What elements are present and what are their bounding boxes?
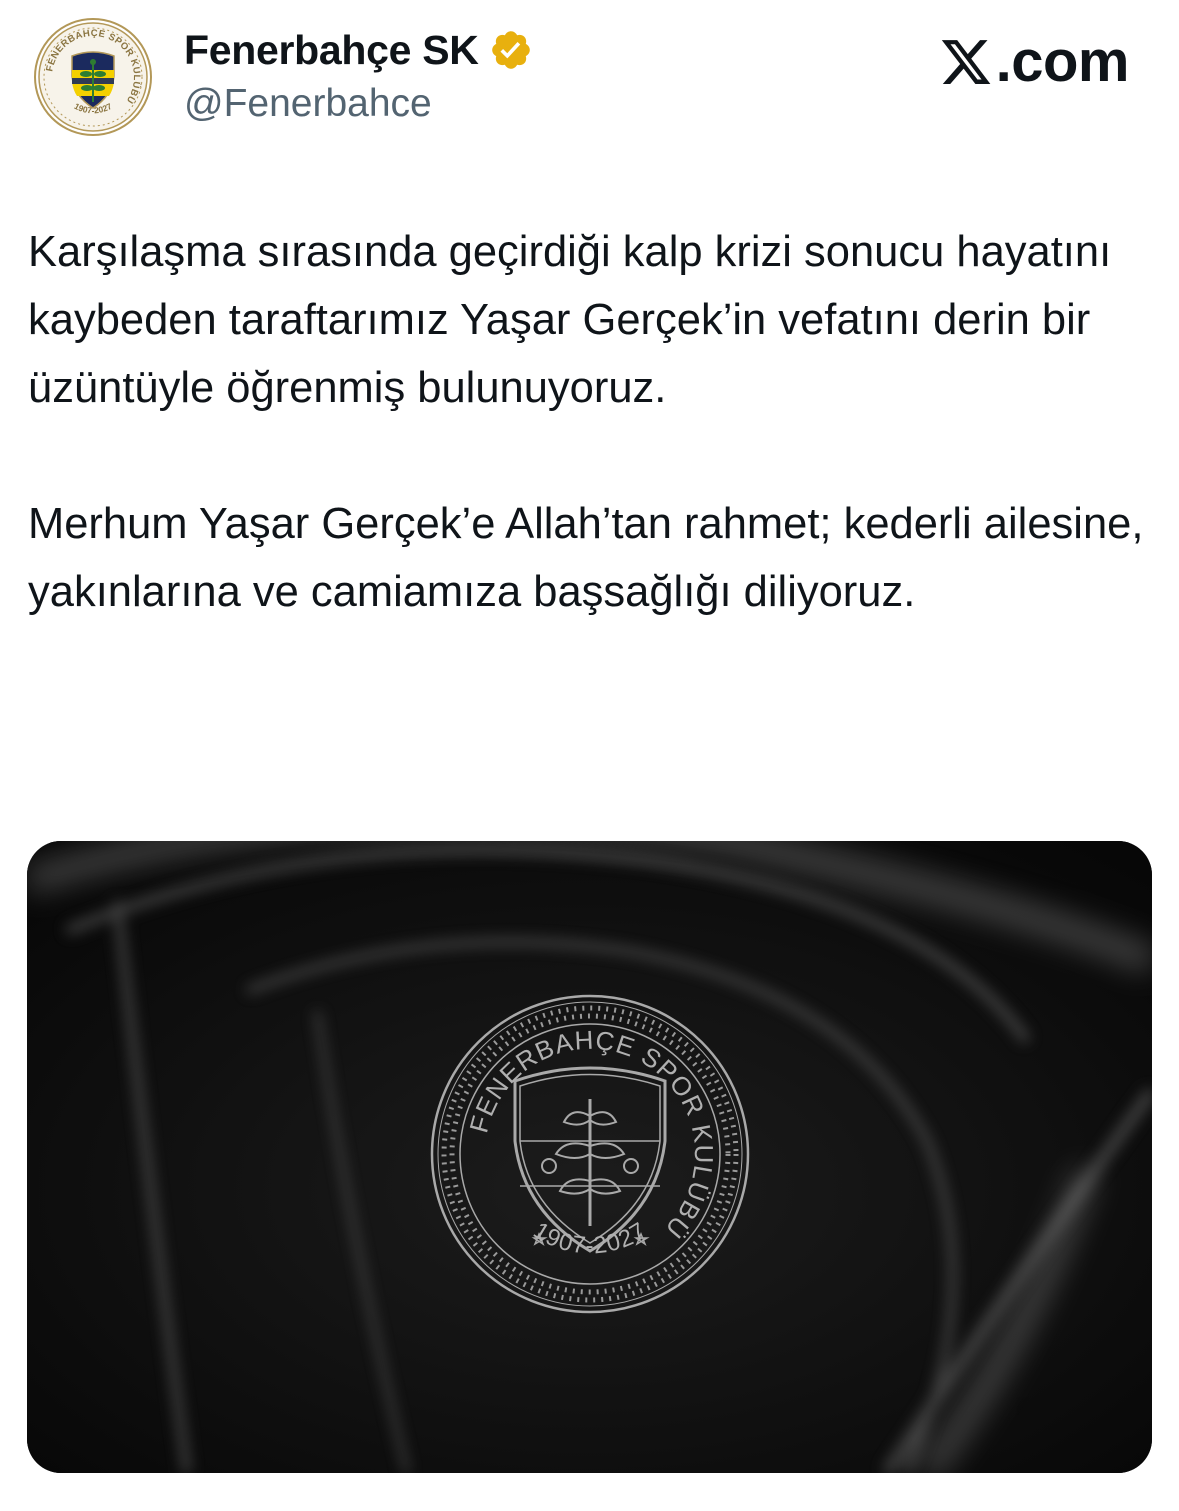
account-names: Fenerbahçe SK @Fenerbahce [184,24,533,126]
verified-badge-icon [491,31,530,69]
memorial-image: FENERBAHÇE SPOR KULÜBÜ 1907-2027 [27,841,1152,1473]
tweet-text: Karşılaşma sırasında geçirdiği kalp kriz… [28,218,1158,626]
account-handle[interactable]: @Fenerbahce [184,82,533,126]
x-com-watermark: .com [938,28,1130,95]
club-crest-icon: FENERBAHÇE SPOR KULÜBÜ 1907-2027 [34,18,152,136]
brand-domain: .com [995,29,1130,94]
display-name[interactable]: Fenerbahçe SK [184,27,479,74]
tweet-paragraph-1: Karşılaşma sırasında geçirdiği kalp kriz… [28,228,1112,412]
tweet-paragraph-2: Merhum Yaşar Gerçek’e Allah’tan rahmet; … [28,500,1144,616]
tweet-media-image[interactable]: FENERBAHÇE SPOR KULÜBÜ 1907-2027 [27,841,1152,1473]
display-name-row: Fenerbahçe SK [184,24,533,76]
tweet-header: FENERBAHÇE SPOR KULÜBÜ 1907-2027 Fenerba… [0,0,1179,150]
x-logo-icon [941,39,990,84]
profile-avatar[interactable]: FENERBAHÇE SPOR KULÜBÜ 1907-2027 [34,18,152,136]
